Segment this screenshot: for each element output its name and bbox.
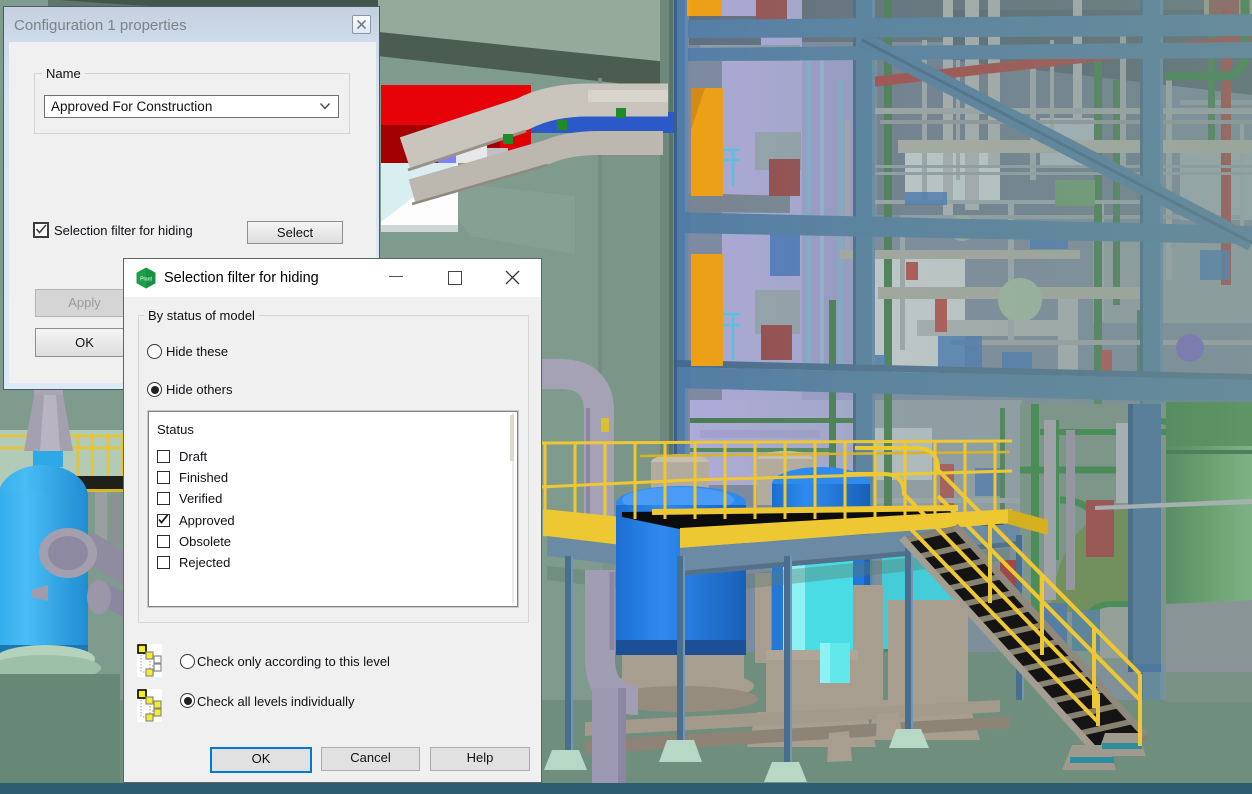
svg-text:Plant: Plant bbox=[140, 277, 152, 283]
